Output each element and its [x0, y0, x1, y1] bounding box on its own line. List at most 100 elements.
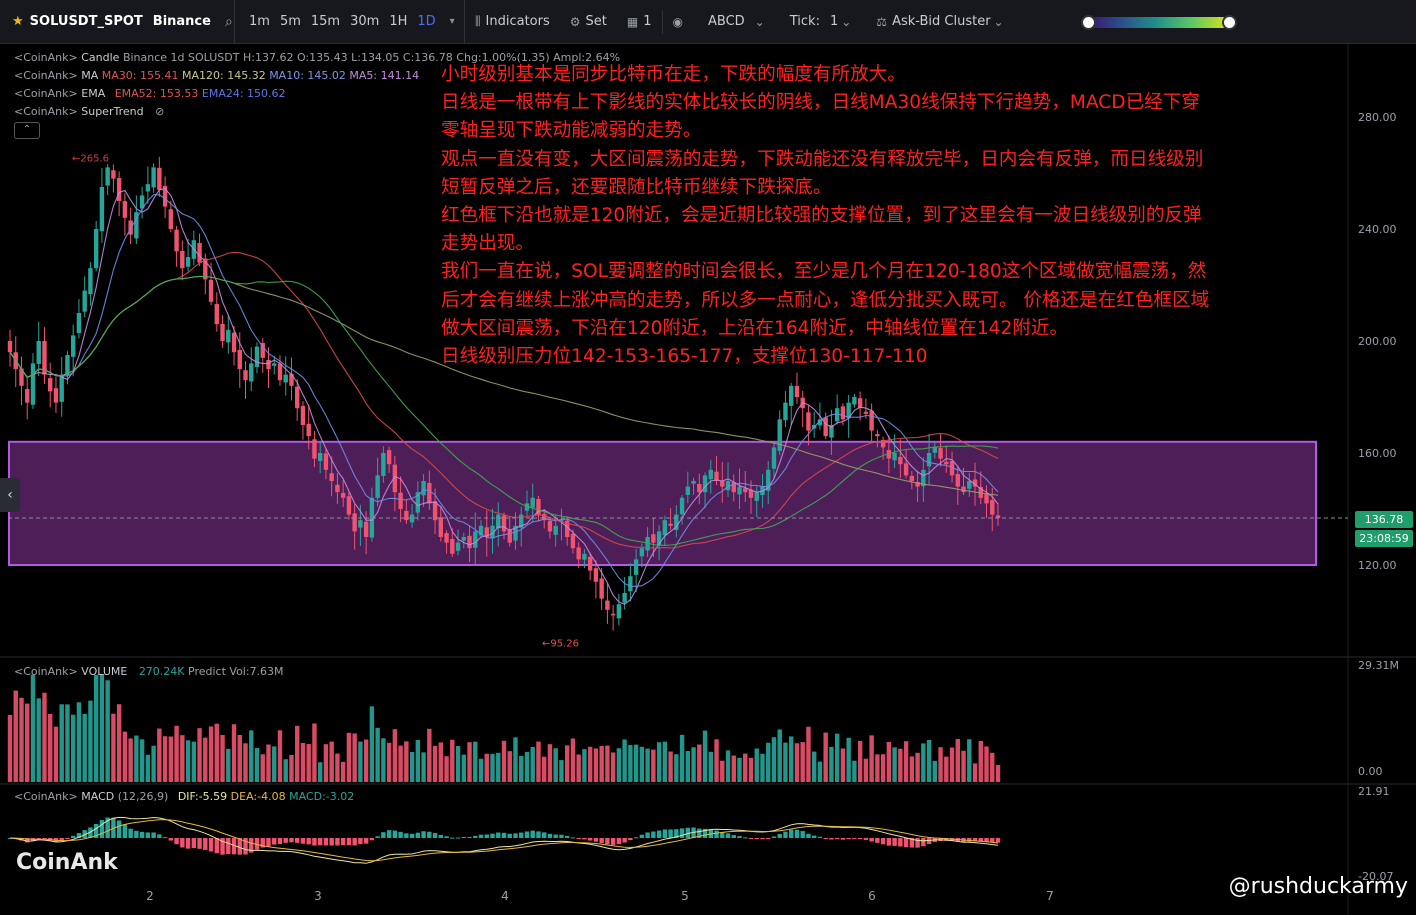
- macd-histogram-bar: [651, 831, 656, 838]
- candle-body: [352, 513, 357, 532]
- candle-body: [587, 556, 593, 571]
- candle-body: [639, 548, 645, 557]
- candle-body: [36, 341, 41, 364]
- candle-body: [289, 373, 294, 386]
- macd-histogram-bar: [139, 831, 145, 838]
- macd-histogram-bar: [122, 824, 128, 838]
- visibility-button[interactable]: ◉: [663, 0, 698, 43]
- macd-histogram-bar: [473, 835, 478, 838]
- timeframe-1h[interactable]: 1H: [389, 14, 407, 29]
- candle-body: [633, 559, 639, 575]
- candle-body: [381, 453, 386, 476]
- candle-body: [105, 167, 110, 186]
- volume-bar: [737, 757, 742, 782]
- cluster-dropdown[interactable]: ⚖ Ask-Bid Cluster ⌄: [866, 0, 1018, 43]
- indicators-button[interactable]: ⫼ Indicators: [465, 0, 560, 43]
- candle-body: [88, 268, 93, 295]
- timeframe-5m[interactable]: 5m: [280, 14, 301, 29]
- legend-prefix: <CoinAnk>: [14, 51, 78, 64]
- macd-histogram-bar: [771, 836, 777, 838]
- chevron-down-icon[interactable]: ▾: [450, 16, 455, 27]
- volume-bar: [921, 743, 926, 782]
- candle-body: [737, 486, 742, 495]
- candle-body: [404, 510, 409, 521]
- macd-legend: <CoinAnk> MACD (12,26,9) DIF:-5.59 DEA:-…: [14, 790, 354, 803]
- volume-bar: [36, 698, 41, 782]
- macd-histogram-bar: [559, 834, 564, 838]
- settings-button[interactable]: ⚙ Set: [560, 0, 617, 43]
- volume-bar: [220, 735, 225, 782]
- abcd-dropdown[interactable]: ABCD ⌄: [698, 0, 780, 43]
- macd-histogram-bar: [547, 833, 553, 838]
- macd-histogram-bar: [737, 836, 742, 838]
- annotation-line: 做大区间震荡，下沿在120附近，上沿在164附近，中轴线位置在142附近。: [441, 317, 1069, 339]
- macd-dif-line: [9, 816, 999, 864]
- volume-bar: [697, 744, 702, 782]
- volume-bar: [13, 690, 18, 782]
- volume-bar: [972, 763, 978, 782]
- layout-button[interactable]: ▦ 1: [617, 0, 662, 43]
- candle-body: [76, 313, 82, 334]
- favorite-star-icon[interactable]: ★: [12, 14, 24, 29]
- volume-bar: [553, 748, 558, 782]
- candle-body: [553, 525, 558, 535]
- legend-volume-value: 270.24K: [138, 665, 185, 678]
- color-gradient-slider[interactable]: [1086, 17, 1228, 28]
- candle-body: [145, 184, 151, 192]
- candle-body: [570, 533, 576, 549]
- volume-bar: [272, 746, 277, 782]
- tick-dropdown[interactable]: Tick: 1 ⌄: [780, 0, 867, 43]
- volume-bar: [352, 733, 357, 782]
- symbol-block[interactable]: ★ SOLUSDT_SPOT Binance ⌕: [0, 0, 235, 43]
- timeframe-1m[interactable]: 1m: [249, 14, 270, 29]
- collapse-legend-button[interactable]: ⌃: [14, 122, 40, 139]
- timeframe-1d[interactable]: 1D: [417, 14, 435, 29]
- volume-bar: [662, 741, 668, 782]
- slider-handle-left[interactable]: [1081, 15, 1096, 30]
- exchange-name[interactable]: Binance: [153, 14, 211, 29]
- eye-off-icon[interactable]: ⊘: [155, 105, 164, 118]
- macd-histogram-bar: [863, 838, 869, 840]
- volume-bar: [99, 674, 105, 782]
- timeframe-30m[interactable]: 30m: [350, 14, 379, 29]
- candle-body: [317, 453, 323, 461]
- macd-histogram-bar: [892, 838, 897, 846]
- macd-histogram-bar: [645, 832, 650, 838]
- macd-histogram-bar: [415, 832, 421, 838]
- volume-bar: [961, 750, 966, 782]
- candle-body: [863, 411, 869, 414]
- legend-ma30: MA30: 155.41: [101, 69, 179, 82]
- author-credit: @rushduckarmy: [1228, 874, 1408, 899]
- volume-bar: [461, 754, 466, 782]
- macd-histogram-bar: [455, 837, 461, 839]
- volume-bar: [478, 758, 484, 782]
- volume-axis-min: 0.00: [1358, 765, 1383, 778]
- slider-handle-right[interactable]: [1222, 15, 1237, 30]
- timeframe-15m[interactable]: 15m: [311, 14, 340, 29]
- candle-body: [249, 363, 254, 382]
- volume-bar: [720, 760, 725, 782]
- annotation-line: 走势出现。: [441, 233, 534, 255]
- chevron-left-icon[interactable]: ‹: [0, 478, 20, 512]
- macd-histogram-bar: [185, 838, 191, 849]
- annotation-line: 短暂反弹之后，还要跟随比特币继续下跌探底。: [441, 176, 832, 198]
- indicators-label: Indicators: [485, 14, 550, 29]
- volume-bar: [892, 747, 897, 782]
- volume-bar: [208, 726, 214, 782]
- volume-bar: [139, 739, 145, 782]
- macd-histogram-bar: [507, 833, 512, 838]
- volume-bar: [317, 762, 323, 782]
- macd-histogram-bar: [369, 838, 375, 841]
- x-tick-label: 7: [1046, 889, 1054, 903]
- macd-histogram-bar: [237, 838, 242, 855]
- volume-bar: [19, 697, 24, 782]
- symbol-name[interactable]: SOLUSDT_SPOT: [30, 14, 143, 29]
- volume-bar: [915, 752, 920, 782]
- search-icon[interactable]: ⌕: [225, 14, 233, 30]
- legend-ema24: EMA24: 150.62: [201, 87, 286, 100]
- volume-bar: [30, 674, 36, 782]
- volume-bar: [363, 739, 369, 782]
- volume-bar: [708, 751, 713, 782]
- legend-name: SuperTrend: [81, 105, 144, 118]
- volume-bar: [783, 742, 788, 782]
